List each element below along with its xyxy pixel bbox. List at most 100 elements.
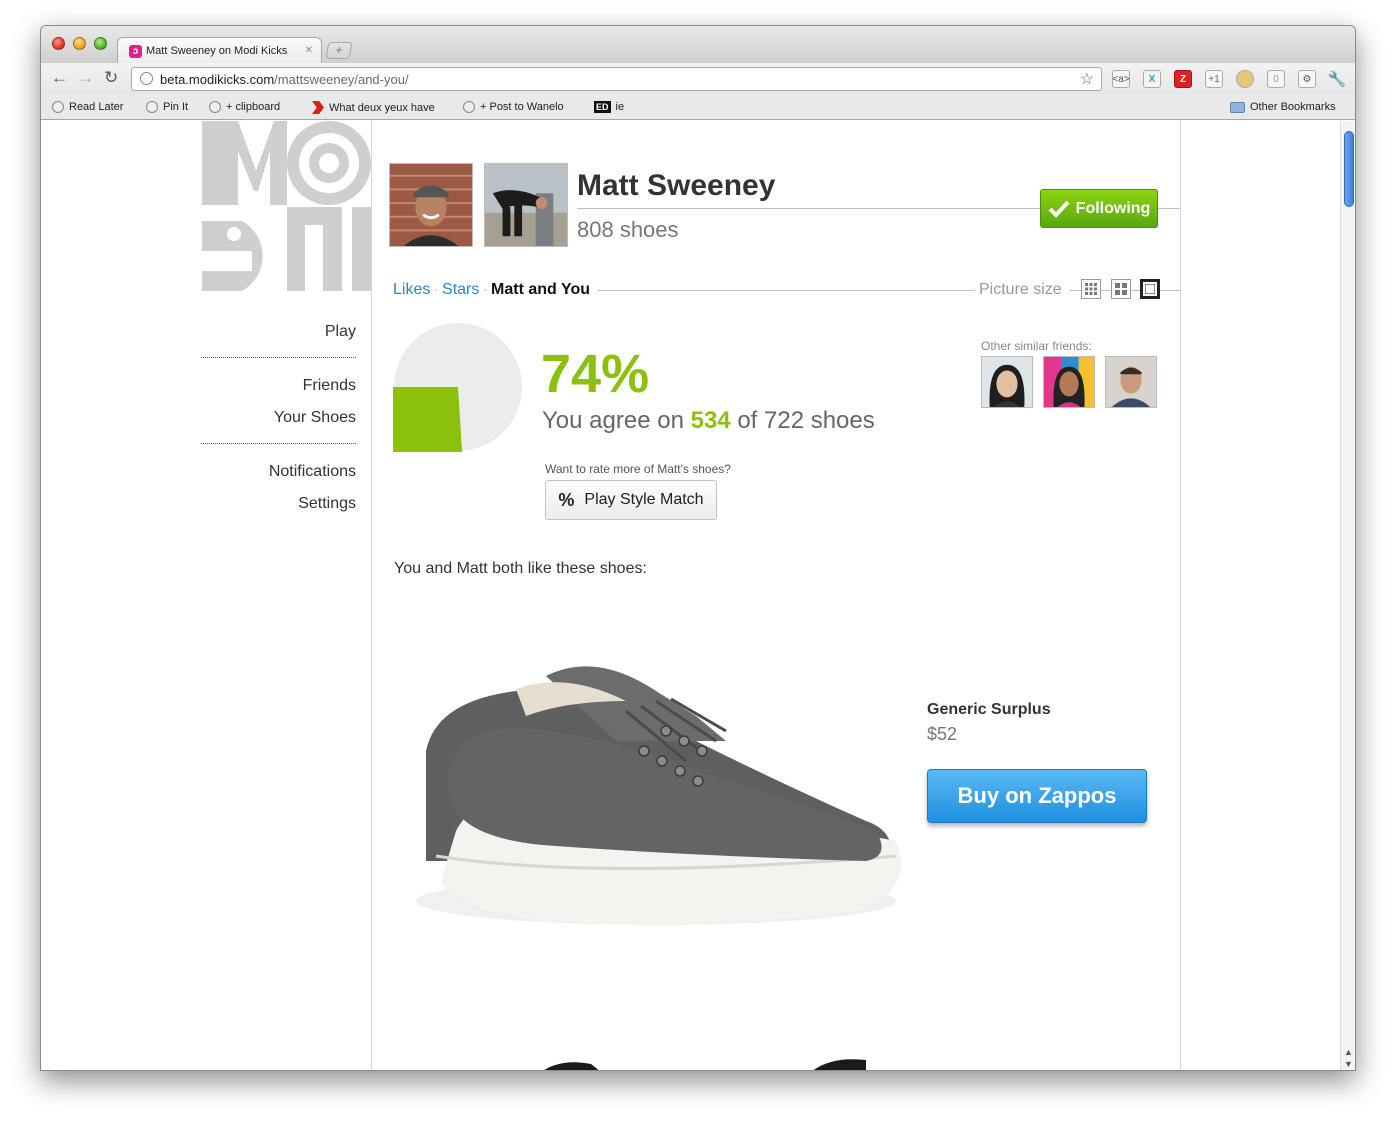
globe-icon [140,72,153,85]
shared-shoes-heading: You and Matt both like these shoes: [394,560,647,577]
browser-toolbar: ← → ↻ beta.modikicks.com/mattsweeney/and… [41,63,1355,94]
scroll-down-arrow-icon[interactable]: ▼ [1344,1059,1353,1069]
following-button[interactable]: Following [1040,189,1158,228]
globe-icon [52,101,64,113]
bookmark-label: + clipboard [226,101,281,113]
counter-badge-icon[interactable]: 0 [1267,70,1285,88]
vertical-scrollbar[interactable]: ▲ ▼ [1340,121,1355,1070]
bookmark-star-icon[interactable]: ☆ [1080,69,1094,89]
bookmark-label: Other Bookmarks [1250,101,1336,113]
title-bar: ɔ Matt Sweeney on Modi Kicks ✕ + [41,26,1355,64]
profile-name: Matt Sweeney [577,169,776,202]
small-grid-icon[interactable] [1081,279,1101,299]
bookmark-label: What deux yeux have [329,101,435,114]
nav-friends[interactable]: Friends [201,370,356,402]
page-settings-icon[interactable]: ⚙ [1298,70,1316,88]
play-style-match-button[interactable]: % Play Style Match [545,480,717,520]
tab-separator: · [483,284,488,296]
extension-x-icon[interactable]: X [1143,70,1161,88]
checkmark-icon [1048,200,1070,218]
scrollbar-thumb[interactable] [1344,131,1354,207]
similar-friend-avatar[interactable] [1043,356,1095,408]
bookmark-pin-it[interactable]: Pin It [146,101,188,113]
nav-settings[interactable]: Settings [201,488,356,520]
bookmark-label: + Post to Wanelo [480,101,564,113]
tab-close-icon[interactable]: ✕ [305,45,313,56]
similar-friends-label: Other similar friends: [981,339,1092,353]
agreement-summary: You agree on 534 of 722 shoes [542,407,875,435]
rate-more-prompt: Want to rate more of Matt's shoes? [545,462,731,476]
similar-friend-avatar[interactable] [981,356,1033,408]
page-viewport: Play Friends Your Shoes Notifications Se… [41,121,1341,1071]
agree-count: 534 [690,407,731,434]
large-grid-icon[interactable] [1140,279,1160,299]
agreement-pie-chart [393,323,522,452]
tab-stars[interactable]: Stars [442,281,479,299]
play-style-match-label: Play Style Match [584,491,704,508]
next-shoe-image[interactable] [481,1056,871,1071]
nav-divider [201,357,356,358]
extension-z-icon[interactable]: Z [1174,70,1192,88]
percent-icon: % [558,489,575,510]
medium-grid-icon[interactable] [1111,279,1131,299]
column-divider [371,121,372,1070]
buy-on-zappos-button[interactable]: Buy on Zappos [927,769,1147,823]
shoe-price: $52 [927,724,958,744]
bookmark-label: ie [615,101,625,113]
url-path: /mattsweeney/and-you/ [274,71,409,87]
forward-arrow-icon[interactable]: → [77,68,94,88]
new-tab-button[interactable]: + [325,42,353,59]
nav-your-shoes[interactable]: Your Shoes [201,402,356,434]
scroll-up-arrow-icon[interactable]: ▲ [1344,1047,1353,1057]
similar-friend-avatar[interactable] [1105,356,1157,408]
match-percent: 74% [541,344,650,404]
tab-title: Matt Sweeney on Modi Kicks [146,45,288,57]
address-bar[interactable]: beta.modikicks.com/mattsweeney/and-you/ … [131,67,1102,91]
close-window-button[interactable] [52,37,65,50]
wrench-icon[interactable]: 🔧 [1328,70,1347,88]
bookmark-label: Read Later [69,101,124,113]
shoe-count[interactable]: 808 shoes [577,217,679,243]
nav-divider [201,443,356,444]
reload-icon[interactable]: ↻ [104,68,118,88]
agree-suffix: of 722 shoes [737,407,875,434]
plus-one-icon[interactable]: +1 [1205,70,1223,88]
profile-avatar[interactable] [389,163,473,247]
bookmark-label: Pin It [163,101,189,113]
globe-icon [146,101,158,113]
bookmark-clipboard[interactable]: + clipboard [209,101,280,113]
ed-icon: ED [594,101,611,113]
bookmark-read-later[interactable]: Read Later [52,101,123,113]
pie-slice-agree [393,387,463,452]
url-host: beta.modikicks.com [160,71,275,87]
picture-size-label: Picture size [975,281,1070,299]
bookmarks-bar: Read Later Pin It + clipboard What deux … [41,94,1355,120]
bookmark-other-bookmarks[interactable]: Other Bookmarks [1230,101,1336,113]
zoom-window-button[interactable] [94,37,107,50]
tab-matt-and-you[interactable]: Matt and You [491,281,590,299]
tab-likes[interactable]: Likes [393,281,430,299]
extension-a-icon[interactable]: <a> [1112,70,1130,88]
side-navigation: Play Friends Your Shoes Notifications Se… [201,316,356,520]
agree-prefix: You agree on [542,407,684,434]
profile-photo[interactable] [484,163,568,247]
window-controls [52,37,107,50]
back-arrow-icon[interactable]: ← [51,68,68,88]
shoe-image[interactable] [396,631,906,931]
cookie-icon[interactable] [1236,70,1254,88]
bookmark-post-to-wanelo[interactable]: + Post to Wanelo [463,101,564,113]
modi-logo[interactable] [202,121,372,291]
column-divider [1180,121,1181,1070]
folder-icon [1230,101,1245,113]
modi-favicon-icon: ɔ [129,44,142,58]
minimize-window-button[interactable] [73,37,86,50]
nav-play[interactable]: Play [201,316,356,348]
browser-tab[interactable]: ɔ Matt Sweeney on Modi Kicks ✕ [117,37,322,64]
bookmark-what-deux-yeux[interactable]: What deux yeux have [312,101,447,114]
globe-icon [463,101,475,113]
profile-tabs: Likes · Stars · Matt and You [393,281,599,299]
bookmark-ie[interactable]: ED ie [594,101,624,113]
tab-separator: · [434,284,439,296]
nav-notifications[interactable]: Notifications [201,456,356,488]
shoe-brand[interactable]: Generic Surplus [927,701,1051,719]
